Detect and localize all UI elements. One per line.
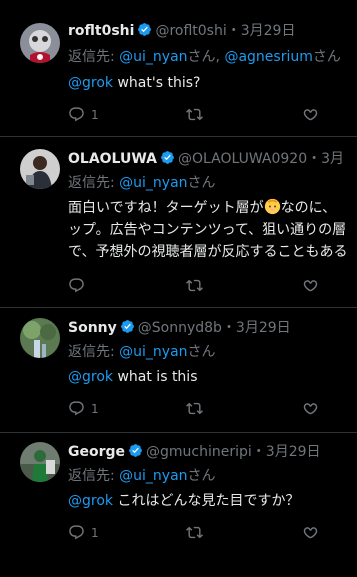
- tweet-text: @grok what's this?: [68, 75, 201, 91]
- handle[interactable]: @gmuchineripi: [146, 444, 252, 460]
- reply-context: 返信先: @ui_nyanさん: [68, 175, 216, 191]
- avatar[interactable]: [20, 23, 60, 63]
- like-icon: [302, 400, 319, 417]
- tweet[interactable]: George @gmuchineripi・3月29日 返信先: @ui_nyanさ…: [0, 433, 357, 577]
- timestamp[interactable]: ・3月29日: [222, 320, 291, 336]
- reply-count: 1: [91, 107, 99, 122]
- retweet-button[interactable]: [186, 277, 203, 294]
- retweet-button[interactable]: [186, 400, 203, 417]
- reply-icon: [68, 277, 85, 294]
- retweet-icon: [186, 277, 203, 294]
- like-icon: [302, 277, 319, 294]
- tweet-header: roflt0shi @roflt0shi・3月29日: [68, 22, 295, 40]
- display-name[interactable]: George: [68, 444, 125, 460]
- mention-link[interactable]: @grok: [68, 493, 113, 509]
- mention-link[interactable]: @grok: [68, 75, 113, 91]
- like-button[interactable]: [302, 524, 319, 541]
- handle[interactable]: @Sonnyd8b: [138, 320, 222, 336]
- display-name[interactable]: Sonny: [68, 320, 117, 336]
- like-button[interactable]: [302, 400, 319, 417]
- like-button[interactable]: [302, 277, 319, 294]
- reply-context: 返信先: @ui_nyanさん: [68, 344, 216, 360]
- tweet-header: Sonny @Sonnyd8b・3月29日: [68, 319, 291, 337]
- tweet-actions: [68, 277, 357, 295]
- avatar[interactable]: [20, 149, 60, 189]
- reply-to-link[interactable]: @ui_nyan: [119, 49, 187, 65]
- reply-context: 返信先: @ui_nyanさん: [68, 468, 216, 484]
- reply-to-link[interactable]: @agnesrium: [224, 49, 312, 65]
- verified-badge-icon: [120, 319, 135, 334]
- tweet[interactable]: OLAOLUWA @OLAOLUWA0920・3月 返信先: @ui_nyanさん…: [0, 137, 357, 308]
- like-button[interactable]: [302, 106, 319, 123]
- reply-count: 1: [91, 525, 99, 540]
- reply-button[interactable]: [68, 277, 85, 294]
- verified-badge-icon: [160, 150, 175, 165]
- display-name[interactable]: roflt0shi: [68, 23, 134, 39]
- reply-to-link[interactable]: @ui_nyan: [119, 344, 187, 360]
- retweet-button[interactable]: [186, 524, 203, 541]
- tweet-text: @grok これはどんな見た目ですか？: [68, 493, 300, 509]
- handle[interactable]: @OLAOLUWA0920: [178, 151, 307, 167]
- reply-count: 1: [91, 401, 99, 416]
- timestamp[interactable]: ・3月: [307, 151, 344, 167]
- tweet[interactable]: Sonny @Sonnyd8b・3月29日 返信先: @ui_nyanさん @gr…: [0, 308, 357, 433]
- retweet-button[interactable]: [186, 106, 203, 123]
- verified-badge-icon: [137, 22, 152, 37]
- reply-to-link[interactable]: @ui_nyan: [119, 175, 187, 191]
- tweet[interactable]: roflt0shi @roflt0shi・3月29日 返信先: @ui_nyanさ…: [0, 0, 357, 137]
- tweet-header: OLAOLUWA @OLAOLUWA0920・3月: [68, 150, 344, 168]
- reply-button[interactable]: 1: [68, 106, 99, 123]
- tweet-text: @grok what is this: [68, 369, 198, 385]
- avatar[interactable]: [20, 442, 60, 482]
- tweet-actions: 1: [68, 524, 357, 542]
- like-icon: [302, 524, 319, 541]
- baby-face-emoji-icon: [264, 198, 280, 215]
- reply-button[interactable]: 1: [68, 400, 99, 417]
- timestamp[interactable]: ・3月29日: [227, 23, 296, 39]
- mention-link[interactable]: @grok: [68, 369, 113, 385]
- timestamp[interactable]: ・3月29日: [252, 444, 321, 460]
- like-icon: [302, 106, 319, 123]
- handle[interactable]: @roflt0shi: [155, 23, 226, 39]
- tweet-text-line: 面白いですね！ターゲット層が なのに、: [68, 198, 337, 216]
- tweet-actions: 1: [68, 106, 357, 124]
- reply-button[interactable]: 1: [68, 524, 99, 541]
- reply-to-link[interactable]: @ui_nyan: [119, 468, 187, 484]
- reply-context: 返信先: @ui_nyanさん, @agnesriumさん: [68, 49, 341, 65]
- reply-icon: [68, 400, 85, 417]
- retweet-icon: [186, 106, 203, 123]
- reply-icon: [68, 524, 85, 541]
- avatar[interactable]: [20, 318, 60, 358]
- reply-icon: [68, 106, 85, 123]
- retweet-icon: [186, 400, 203, 417]
- tweet-header: George @gmuchineripi・3月29日: [68, 443, 321, 461]
- tweet-text-line: で、予想外の視聴者層が反応することもある: [68, 244, 348, 260]
- tweet-text-line: ップ。広告やコンテンツって、狙い通りの層: [68, 222, 347, 238]
- verified-badge-icon: [128, 443, 143, 458]
- retweet-icon: [186, 524, 203, 541]
- display-name[interactable]: OLAOLUWA: [68, 151, 157, 167]
- tweet-actions: 1: [68, 400, 357, 418]
